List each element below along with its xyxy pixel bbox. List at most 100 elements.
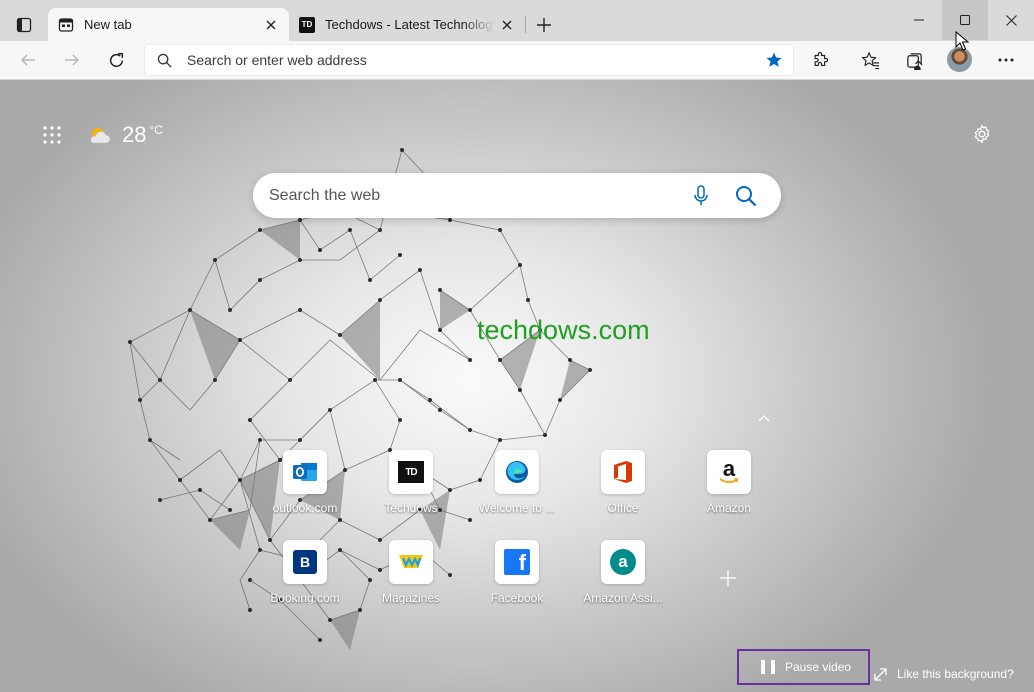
amazon-assistant-icon: a	[610, 549, 636, 575]
tile-label: Techdows	[384, 501, 438, 515]
close-icon	[1005, 14, 1017, 26]
expand-diagonal-icon	[874, 667, 887, 681]
tile-icon-box	[283, 450, 327, 494]
forward-button[interactable]	[56, 44, 88, 76]
quick-link-magazines[interactable]: Magazines	[363, 540, 459, 620]
tile-label: outlook.com	[272, 501, 338, 515]
tab-title: Techdows - Latest Technology News	[325, 17, 495, 32]
new-tab-button[interactable]	[530, 11, 558, 39]
close-icon	[502, 20, 512, 29]
plus-icon	[720, 570, 736, 586]
puzzle-piece-icon	[814, 52, 829, 66]
tile-icon-box: a	[707, 450, 751, 494]
tile-label: Booking.com	[270, 591, 340, 605]
web-search-input[interactable]	[269, 173, 679, 218]
edge-icon	[506, 461, 528, 483]
close-icon	[266, 20, 276, 29]
tile-label: Amazon Assi...	[583, 591, 663, 605]
techdows-favicon: TD	[299, 16, 315, 33]
tile-icon-box	[495, 450, 539, 494]
techdows-icon: TD	[398, 461, 424, 483]
grid-dots-icon	[43, 126, 61, 144]
tile-label: Amazon	[706, 501, 752, 515]
mouse-cursor-icon	[955, 31, 969, 51]
temperature-value: 28	[122, 122, 147, 147]
app-launcher-button[interactable]	[38, 121, 66, 149]
tab-actions-menu-button[interactable]	[8, 9, 40, 41]
tile-label: Office	[607, 501, 639, 515]
plus-icon	[537, 18, 551, 32]
tab-close-button[interactable]	[259, 13, 283, 37]
settings-and-more-button[interactable]	[990, 44, 1022, 76]
partly-sunny-icon	[90, 128, 111, 144]
voice-search-button[interactable]	[689, 184, 713, 208]
address-input[interactable]	[187, 45, 747, 75]
site-watermark: techdows.com	[477, 315, 650, 345]
page-settings-button[interactable]	[968, 120, 996, 148]
pause-video-button[interactable]: Pause video	[737, 649, 870, 685]
tile-icon-box: TD	[389, 450, 433, 494]
quick-link-welcome[interactable]: Welcome to ...	[469, 450, 565, 530]
tile-icon-box: f	[495, 540, 539, 584]
new-tab-page: 28 °C techdows.com outlook.com TD Techdo…	[0, 80, 1034, 692]
back-button[interactable]	[12, 44, 44, 76]
quick-link-amazon[interactable]: a Amazon	[681, 450, 777, 530]
web-search-box[interactable]	[253, 173, 781, 218]
navigation-toolbar	[0, 41, 1034, 80]
tile-icon-box	[601, 450, 645, 494]
tile-label: Welcome to ...	[478, 501, 556, 515]
quick-link-booking[interactable]: B Booking.com	[257, 540, 353, 620]
tab-separator	[525, 16, 526, 33]
refresh-button[interactable]	[100, 44, 132, 76]
collections-icon	[906, 52, 923, 70]
facebook-icon: f	[504, 549, 530, 575]
magazines-icon	[399, 555, 423, 569]
window-close-button[interactable]	[988, 0, 1034, 40]
favorites-star-list-icon	[860, 50, 879, 69]
more-horizontal-icon	[998, 58, 1014, 62]
tab-close-button[interactable]	[495, 13, 519, 37]
extensions-button[interactable]	[805, 44, 837, 76]
weather-widget[interactable]: 28 °C	[88, 120, 163, 150]
quick-link-facebook[interactable]: f Facebook	[469, 540, 565, 620]
temperature-unit: °C	[149, 123, 163, 137]
tile-icon-box: a	[601, 540, 645, 584]
favorites-button[interactable]	[854, 44, 886, 76]
arrow-left-icon	[21, 54, 35, 66]
gear-icon	[974, 124, 990, 144]
quick-link-outlook[interactable]: outlook.com	[257, 450, 353, 530]
like-background-label: Like this background?	[897, 667, 1014, 681]
pause-icon	[761, 660, 775, 674]
tab-strip: New tab TD Techdows - Latest Technology …	[0, 0, 1034, 41]
minimize-icon	[914, 19, 924, 21]
booking-icon: B	[293, 550, 317, 574]
maximize-icon	[960, 15, 970, 25]
pause-video-label: Pause video	[785, 660, 852, 674]
chevron-up-icon	[758, 414, 770, 421]
search-icon	[736, 186, 757, 207]
like-background-button[interactable]: Like this background?	[874, 665, 1014, 683]
minimize-button[interactable]	[896, 0, 942, 40]
arrow-right-icon	[65, 54, 79, 66]
quick-link-amazon-assistant[interactable]: a Amazon Assi...	[575, 540, 671, 620]
favorite-star-icon[interactable]	[765, 51, 783, 69]
quick-link-techdows[interactable]: TD Techdows	[363, 450, 459, 530]
tab-actions-icon	[16, 17, 32, 33]
tab-techdows[interactable]: TD Techdows - Latest Technology News	[289, 8, 525, 41]
quick-link-office[interactable]: Office	[575, 450, 671, 530]
tile-label: Facebook	[490, 591, 544, 605]
tab-title: New tab	[84, 17, 132, 32]
tile-icon-box: B	[283, 540, 327, 584]
tile-label: Magazines	[381, 591, 441, 605]
tab-new-tab[interactable]: New tab	[48, 8, 289, 41]
refresh-icon	[109, 52, 123, 67]
amazon-smile-icon	[719, 478, 739, 484]
collapse-quick-links-button[interactable]	[752, 408, 776, 428]
outlook-icon	[293, 463, 317, 481]
search-icon	[157, 53, 172, 68]
amazon-icon: a	[722, 456, 736, 481]
add-quick-link-button[interactable]	[714, 564, 742, 592]
address-bar[interactable]	[144, 44, 794, 76]
web-search-button[interactable]	[733, 183, 759, 209]
collections-button[interactable]	[898, 44, 930, 76]
